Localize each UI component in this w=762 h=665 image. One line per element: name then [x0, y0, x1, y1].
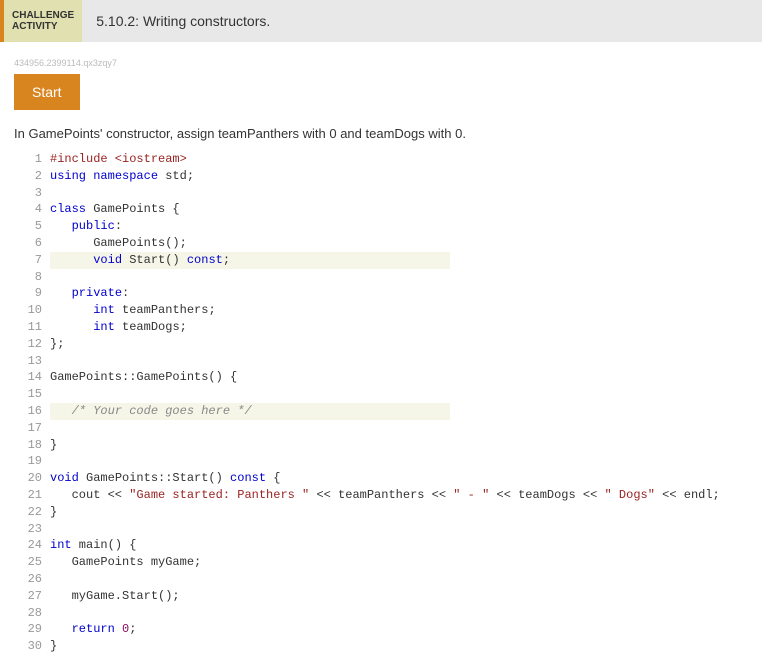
code-line: 22}: [24, 504, 748, 521]
code-line: 18}: [24, 437, 748, 454]
code-line: 21 cout << "Game started: Panthers " << …: [24, 487, 748, 504]
code-block[interactable]: 1#include <iostream> 2using namespace st…: [24, 151, 748, 655]
code-line: 8: [24, 269, 748, 286]
code-line: 27 myGame.Start();: [24, 588, 748, 605]
code-line: 13: [24, 353, 748, 370]
code-line: 15: [24, 386, 748, 403]
code-line: 11 int teamDogs;: [24, 319, 748, 336]
code-line: 17: [24, 420, 748, 437]
code-line: 2using namespace std;: [24, 168, 748, 185]
code-line: 7 void Start() const;: [24, 252, 748, 269]
code-line: 28: [24, 605, 748, 622]
code-line: 9 private:: [24, 285, 748, 302]
code-line: 1#include <iostream>: [24, 151, 748, 168]
code-line: 14GamePoints::GamePoints() {: [24, 369, 748, 386]
code-line: 6 GamePoints();: [24, 235, 748, 252]
header-bar: CHALLENGE ACTIVITY 5.10.2: Writing const…: [0, 0, 762, 42]
code-line-editable: 16 /* Your code goes here */: [24, 403, 748, 420]
code-line: 4class GamePoints {: [24, 201, 748, 218]
content-area: 434956.2399114.qx3zqy7 Start In GamePoin…: [0, 42, 762, 665]
instruction-text: In GamePoints' constructor, assign teamP…: [14, 126, 748, 141]
code-line: 3: [24, 185, 748, 202]
hash-text: 434956.2399114.qx3zqy7: [14, 58, 748, 68]
challenge-label-line2: ACTIVITY: [12, 21, 74, 32]
challenge-badge: CHALLENGE ACTIVITY: [4, 0, 82, 42]
code-line: 20void GamePoints::Start() const {: [24, 470, 748, 487]
code-line: 23: [24, 521, 748, 538]
code-line: 24int main() {: [24, 537, 748, 554]
challenge-label-line1: CHALLENGE: [12, 10, 74, 21]
code-line: 12};: [24, 336, 748, 353]
code-line: 29 return 0;: [24, 621, 748, 638]
activity-title: 5.10.2: Writing constructors.: [82, 0, 284, 42]
code-line: 30}: [24, 638, 748, 655]
code-line: 19: [24, 453, 748, 470]
code-line: 5 public:: [24, 218, 748, 235]
code-line: 10 int teamPanthers;: [24, 302, 748, 319]
code-line: 25 GamePoints myGame;: [24, 554, 748, 571]
code-line: 26: [24, 571, 748, 588]
start-button[interactable]: Start: [14, 74, 80, 110]
